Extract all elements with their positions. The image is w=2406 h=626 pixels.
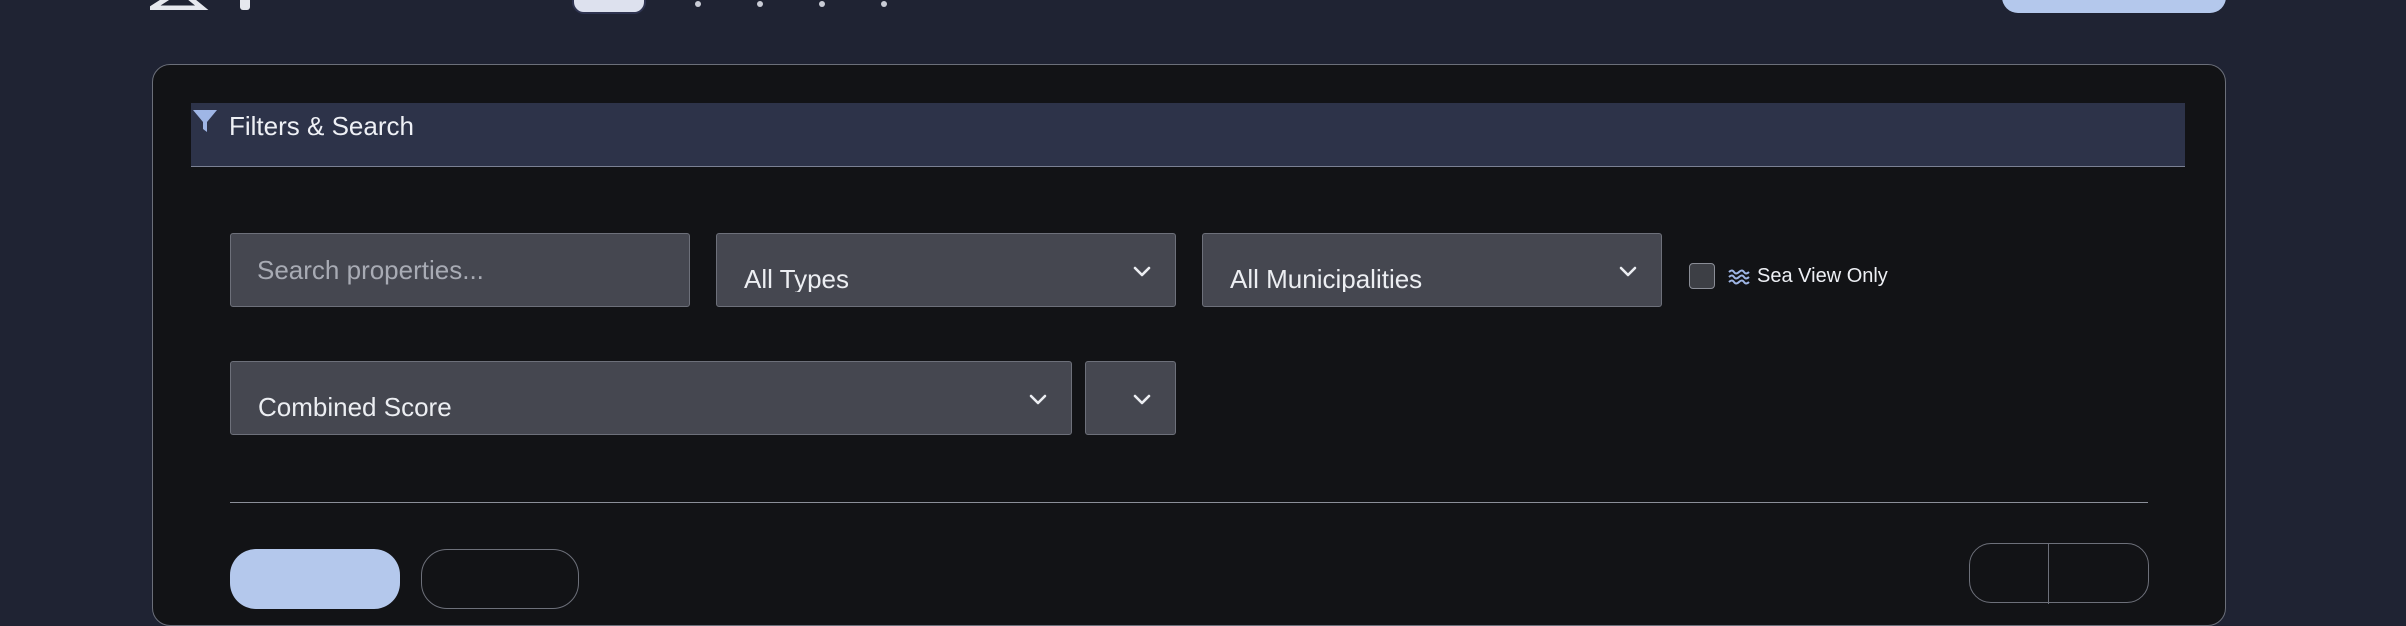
chevron-down-icon — [1133, 394, 1151, 405]
view-toggle-group[interactable] — [1969, 543, 2149, 604]
municipality-select[interactable]: All Municipalities — [1202, 233, 1662, 307]
waves-icon — [1728, 269, 1750, 285]
toggle-separator — [2048, 544, 2049, 604]
filters-card: Filters & Search All Types All Municipal… — [152, 64, 2226, 626]
chevron-down-icon — [1133, 266, 1151, 277]
header-nav-items — [695, 0, 995, 7]
card-title: Filters & Search — [229, 111, 414, 141]
filters-card-header: Filters & Search — [191, 103, 2185, 167]
sort-select-value: Combined Score — [258, 392, 452, 420]
reset-filters-button[interactable] — [421, 549, 579, 609]
app-logo[interactable] — [150, 0, 220, 10]
sea-view-label[interactable]: Sea View Only — [1757, 265, 1888, 288]
apply-filters-button[interactable] — [230, 549, 400, 609]
type-select-value: All Types — [744, 264, 850, 292]
municipality-select-value: All Municipalities — [1230, 264, 1423, 292]
header-action-button[interactable] — [2002, 0, 2226, 13]
sort-select[interactable]: Combined Score — [230, 361, 1072, 435]
app-header — [0, 0, 2406, 30]
header-toggle-button[interactable] — [572, 0, 646, 14]
app-logo-text — [240, 0, 250, 10]
chevron-down-icon — [1029, 394, 1047, 405]
sea-view-checkbox[interactable] — [1689, 263, 1715, 289]
filter-icon — [193, 110, 217, 132]
section-divider — [230, 502, 2148, 503]
sort-order-select[interactable] — [1085, 361, 1176, 435]
chevron-down-icon — [1619, 266, 1637, 277]
type-select[interactable]: All Types — [716, 233, 1176, 307]
search-input[interactable] — [230, 233, 690, 307]
